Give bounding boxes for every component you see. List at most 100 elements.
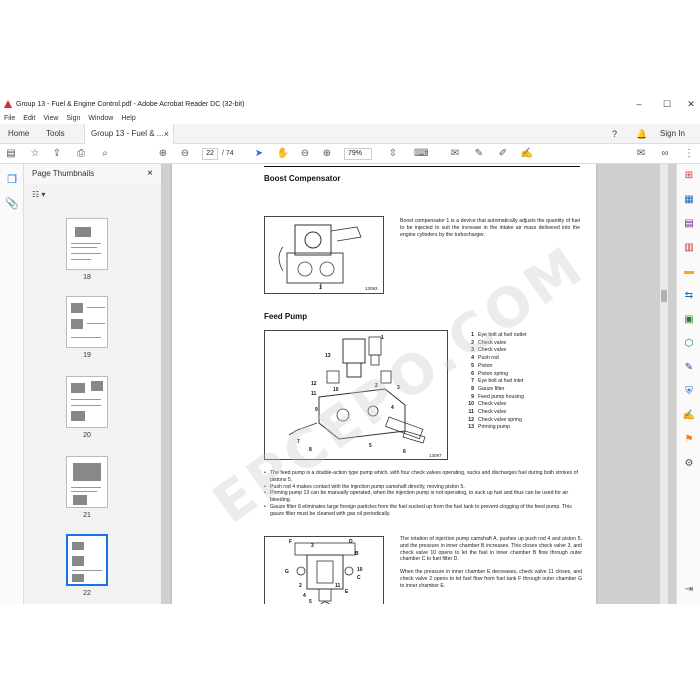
acrobat-logo-icon — [4, 100, 12, 108]
window-title: Group 13 - Fuel & Engine Control.pdf - A… — [16, 100, 245, 108]
feed-pump-section-diagram — [294, 542, 356, 604]
menu-window[interactable]: Window — [88, 115, 113, 122]
sign-in-button[interactable]: Sign In — [660, 124, 685, 144]
email-icon[interactable]: ✉ — [634, 147, 648, 161]
zoom-out-icon[interactable]: ⊖ — [298, 147, 312, 161]
scan-ocr-icon[interactable]: ▣ — [681, 312, 697, 328]
page-thumbnails-icon[interactable]: ❐ — [4, 172, 20, 188]
operation-callout: E — [345, 589, 349, 595]
thumbnail-page-number: 18 — [83, 274, 91, 281]
operation-callout: 3 — [311, 543, 314, 549]
operation-callout: F — [289, 539, 293, 545]
note-item: The feed pump is a double-action type pu… — [264, 470, 582, 484]
fill-and-sign-icon[interactable]: ✎ — [681, 360, 697, 376]
feed-callout: 5 — [369, 443, 372, 449]
close-panel-icon[interactable]: × — [147, 164, 153, 184]
legend-row: 9 Feed pump housing — [471, 393, 524, 400]
note-item: Push rod 4 makes contact with the inject… — [264, 484, 582, 491]
zoom-select[interactable]: 79% — [344, 148, 372, 160]
fill-sign-icon[interactable]: ✍ — [520, 147, 534, 161]
comment-icon[interactable]: ✉ — [448, 147, 462, 161]
upload-icon[interactable]: ⇪ — [50, 147, 64, 161]
search-icon[interactable]: ⌕ — [98, 147, 112, 161]
document-scrollbar[interactable] — [660, 164, 668, 604]
legend-row: 1 Eye bolt at fuel outlet — [471, 332, 527, 338]
legend-row: 4 Push rod — [471, 355, 499, 362]
thumbnail-page[interactable] — [66, 376, 108, 428]
thumbnails-panel-title: Page Thumbnails — [24, 164, 161, 184]
fit-page-icon[interactable]: ⇳ — [386, 147, 400, 161]
tab-tools[interactable]: Tools — [40, 124, 71, 144]
zoom-in-icon[interactable]: ⊕ — [320, 147, 334, 161]
legend-row: 11 Check valve — [468, 409, 507, 416]
select-cursor-icon[interactable]: ➤ — [252, 147, 266, 161]
combine-files-icon[interactable]: ▥ — [681, 240, 697, 256]
next-page-icon[interactable]: ⊖ — [178, 147, 192, 161]
tab-home[interactable]: Home — [2, 124, 35, 144]
share-icon[interactable]: ⚑ — [681, 432, 697, 448]
boost-compensator-heading: Boost Compensator — [264, 174, 341, 183]
menu-view[interactable]: View — [43, 115, 58, 122]
engine-diagram-image — [278, 224, 362, 289]
tab-document[interactable]: Group 13 - Fuel & ... × — [84, 124, 174, 144]
export-pdf-icon[interactable]: ⊞ — [681, 168, 697, 184]
feed-callout: 11 — [311, 391, 317, 397]
feed-pump-operation-text-2: When the pressure in inner chamber E dec… — [400, 569, 582, 589]
legend-row: 5 Piston — [471, 362, 493, 369]
toolbar: ▤ ☆ ⇪ ⎙ ⌕ ⊕ ⊖ 22 / 74 ➤ ✋ ⊖ ⊕ 79% ⇳ ⌨ ✉ … — [0, 144, 700, 164]
more-tools-icon[interactable]: ⋮ — [682, 147, 696, 161]
hand-tool-icon[interactable]: ✋ — [276, 147, 290, 161]
legend-row: 7 Eye bolt at fuel inlet — [471, 378, 524, 385]
minimize-button[interactable]: – — [628, 96, 650, 112]
feed-pump-heading: Feed Pump — [264, 312, 308, 321]
protect-icon[interactable]: ⬡ — [681, 336, 697, 352]
thumbnail-page-current[interactable] — [66, 534, 108, 586]
operation-callout: 4 — [303, 593, 306, 599]
previous-page-icon[interactable]: ⊕ — [156, 147, 170, 161]
create-pdf-icon[interactable]: ▦ — [681, 192, 697, 208]
page-number-input[interactable]: 22 — [202, 148, 218, 160]
feed-pump-operation-text-1: The rotation of injection pump camshaft … — [400, 536, 582, 563]
highlight-pen-icon[interactable]: ✎ — [472, 147, 486, 161]
pdf-page: Boost Compensator 1 13093 Boost compensa… — [172, 164, 596, 604]
keyboard-icon[interactable]: ⌨ — [414, 147, 428, 161]
link-icon[interactable]: ∞ — [658, 147, 672, 161]
help-icon[interactable]: ? — [612, 124, 617, 144]
edit-pdf-icon[interactable]: ▤ — [681, 216, 697, 232]
organize-pages-icon[interactable]: ⇆ — [681, 288, 697, 304]
tab-close-icon[interactable]: × — [164, 124, 169, 144]
operation-callout: C — [357, 575, 361, 581]
attachments-icon[interactable]: 📎 — [4, 196, 20, 212]
feed-callout: 7 — [297, 439, 300, 445]
boost-compensator-description: Boost compensator 1 is a device that aut… — [400, 218, 580, 238]
collapse-rail-icon[interactable]: ⇥ — [681, 582, 697, 598]
print-icon[interactable]: ⎙ — [74, 147, 88, 161]
thumbnail-page[interactable] — [66, 296, 108, 348]
comment-tool-icon[interactable]: ▬ — [681, 264, 697, 280]
menu-edit[interactable]: Edit — [23, 115, 35, 122]
menu-help[interactable]: Help — [121, 115, 135, 122]
legend-row: 8 Gauze filter — [471, 385, 505, 392]
feed-pump-exploded-diagram — [288, 336, 426, 444]
thumbnail-page[interactable] — [66, 456, 108, 508]
thumbnail-page[interactable] — [66, 218, 108, 270]
menu-file[interactable]: File — [4, 115, 15, 122]
send-for-signature-icon[interactable]: ✍ — [681, 408, 697, 424]
left-navigation-rail: ❐ 📎 — [0, 164, 24, 604]
tab-bar: Home Tools Group 13 - Fuel & ... × ? 🔔 S… — [0, 124, 700, 144]
bookmark-star-icon[interactable]: ☆ — [28, 147, 42, 161]
close-window-button[interactable]: ✕ — [680, 96, 700, 112]
notifications-icon[interactable]: 🔔 — [636, 124, 647, 144]
feed-pump-parts-legend: 1 Eye bolt at fuel outlet 2 Check valve 3C… — [464, 332, 588, 432]
thumbnail-options-icon[interactable]: ☷ ▾ — [32, 190, 45, 199]
maximize-button[interactable]: ☐ — [656, 96, 678, 112]
draw-icon[interactable]: ✐ — [496, 147, 510, 161]
save-icon[interactable]: ▤ — [4, 147, 18, 161]
operation-callout: G — [285, 569, 289, 575]
more-tools-rail-icon[interactable]: ⚙ — [681, 456, 697, 472]
document-scrollbar-thumb[interactable] — [661, 290, 667, 302]
thumbnail-page-number: 21 — [83, 512, 91, 519]
shield-icon[interactable]: ⛨ — [681, 384, 697, 400]
menu-sign[interactable]: Sign — [66, 115, 80, 122]
feed-callout: 4 — [391, 405, 394, 411]
